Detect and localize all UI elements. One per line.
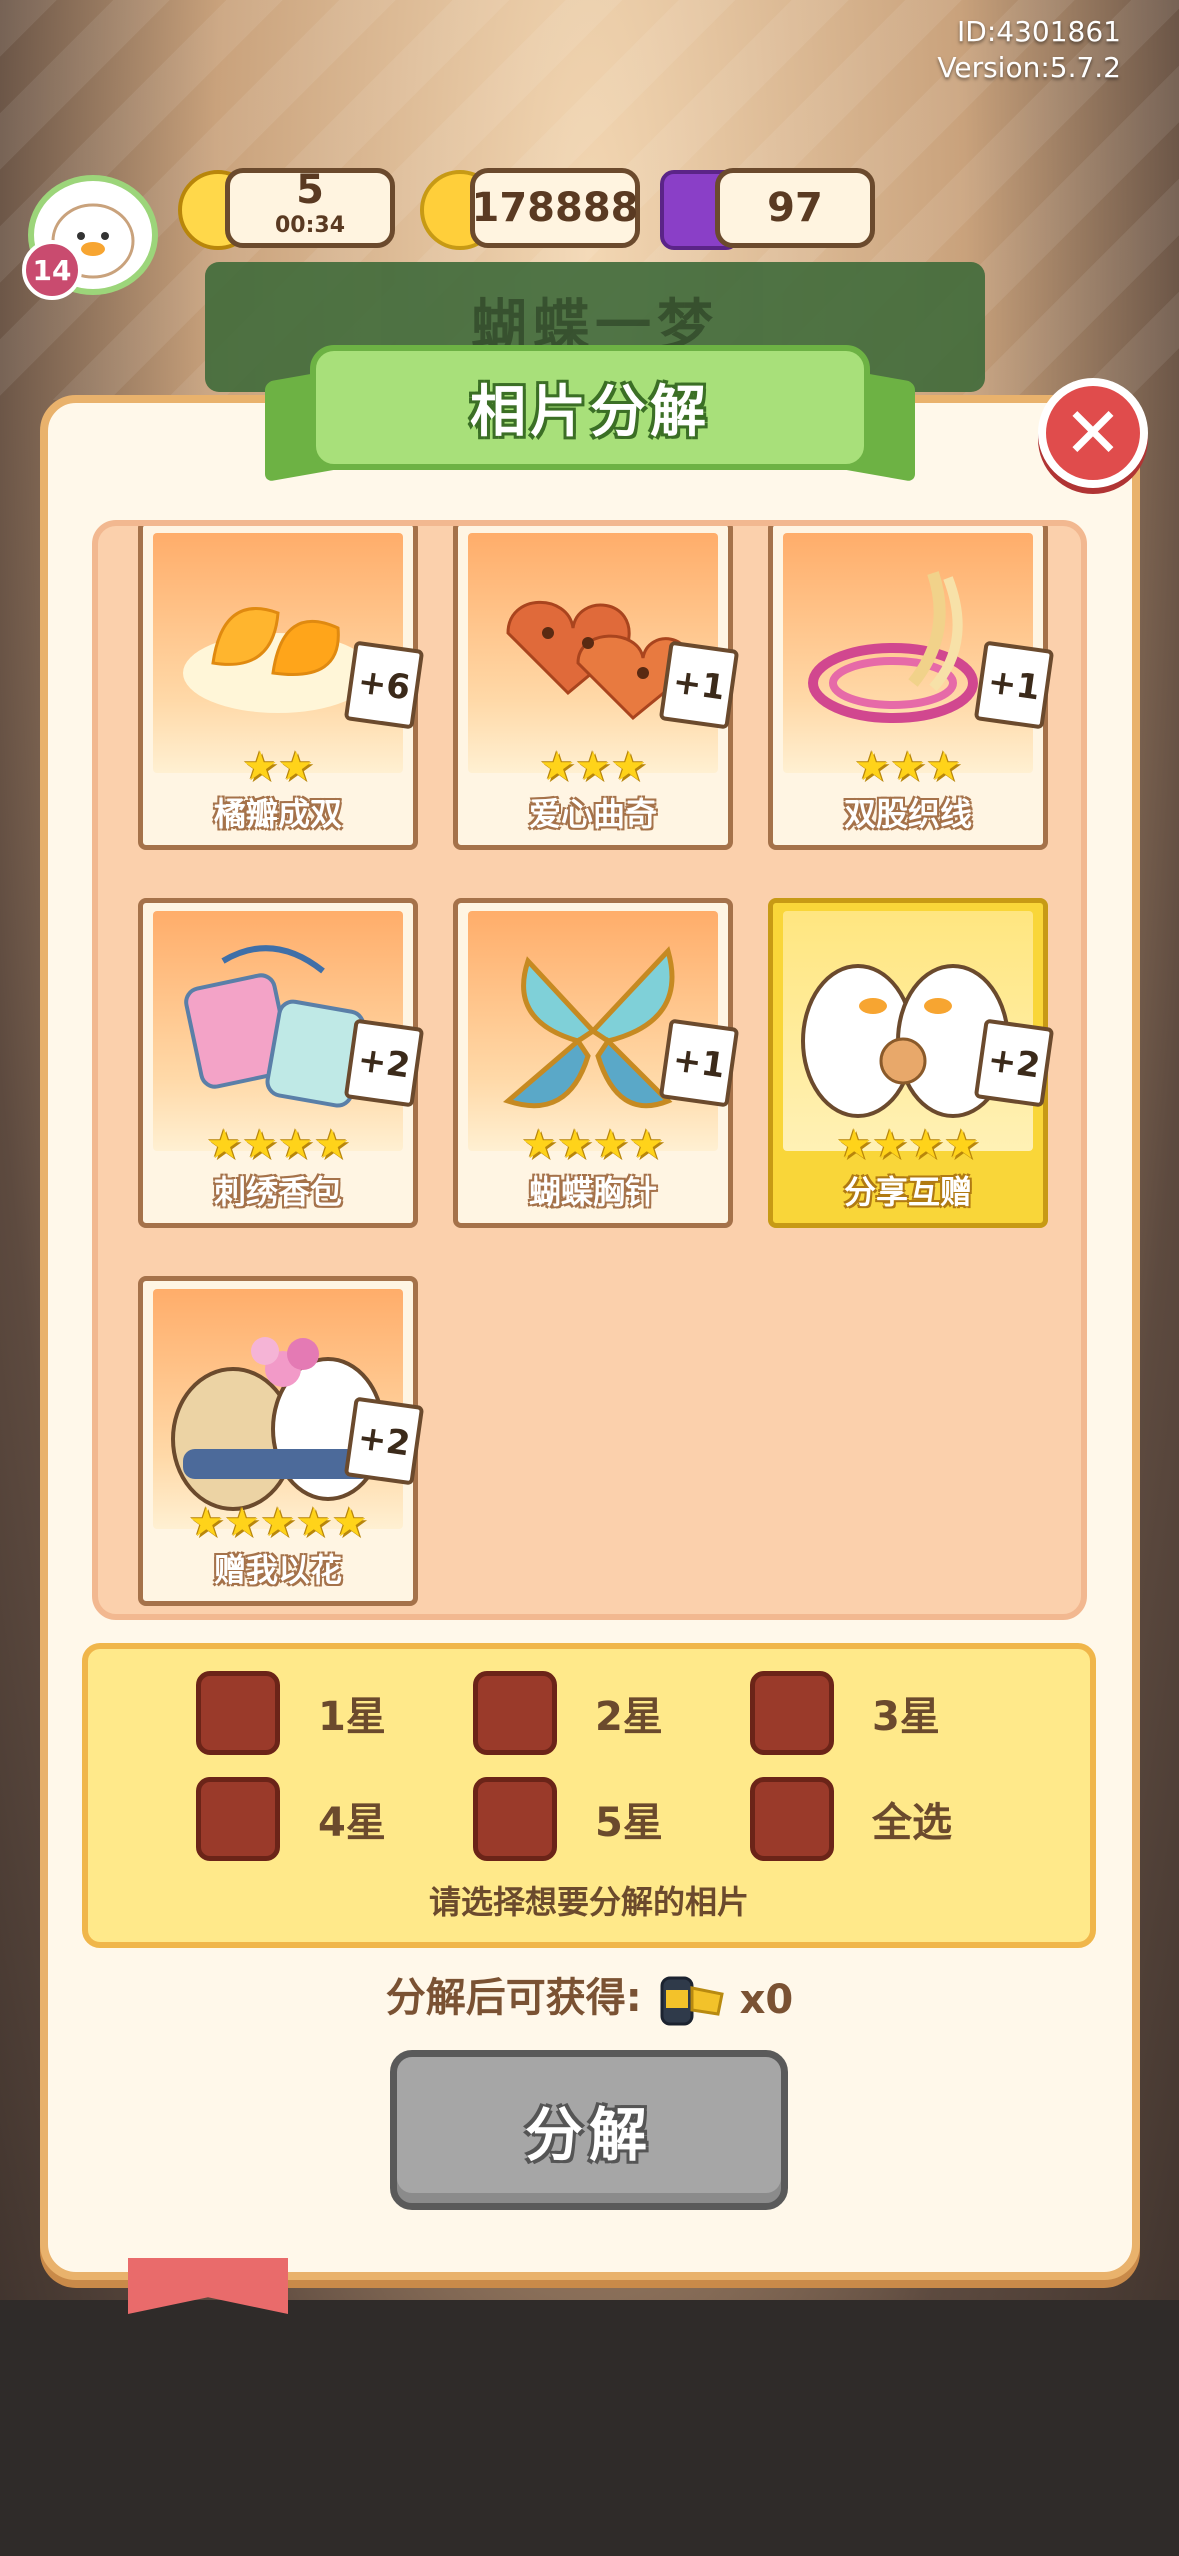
filter-5-star[interactable]: 5星	[473, 1777, 663, 1861]
select-hint: 请选择想要分解的相片	[428, 1883, 749, 1921]
option-label: 5星	[595, 1800, 663, 1846]
option-label: 3星	[872, 1694, 940, 1740]
star-icon: ★★★★	[521, 1122, 665, 1168]
star-icon: ★★★	[539, 744, 647, 790]
photo-name: 赠我以花	[213, 1551, 342, 1589]
count-tag: +1	[658, 640, 740, 730]
close-icon: ✕	[1063, 392, 1123, 474]
checkbox[interactable]	[196, 1671, 280, 1755]
reward-count: x0	[739, 1977, 794, 2023]
star-rating: ★★★★	[458, 1125, 728, 1165]
dialog-title-box: 相片分解	[310, 345, 870, 470]
count-tag: +1	[658, 1018, 740, 1108]
gem-value: 97	[767, 185, 823, 231]
star-icon: ★★	[242, 744, 314, 790]
photo-name: 爱心曲奇	[528, 795, 657, 833]
coin-value: 178888	[471, 185, 639, 231]
photo-name: 橘瓣成双	[213, 795, 342, 833]
star-rating: ★★	[143, 747, 413, 787]
build-info: ID:4301861 Version:5.7.2	[937, 14, 1121, 86]
photo-grid[interactable]: +6 ★★ 橘瓣成双 +1 ★★★ 爱心曲奇 +1 ★★★ 双股织线 +2 ★★…	[92, 520, 1087, 1620]
count-tag: +2	[343, 1396, 425, 1486]
count-tag: +2	[343, 1018, 425, 1108]
filter-4-star[interactable]: 4星	[196, 1777, 386, 1861]
filter-select-all[interactable]: 全选	[750, 1777, 952, 1861]
star-filter-panel: 1星 2星 3星 4星 5星 全选 请选择想要分解的相片	[82, 1643, 1096, 1948]
star-rating: ★★★★	[773, 1125, 1043, 1165]
star-rating: ★★★	[458, 747, 728, 787]
energy-value: 5	[296, 167, 324, 213]
player-id: ID:4301861	[957, 15, 1121, 48]
star-icon: ★★★★	[206, 1122, 350, 1168]
filter-3-star[interactable]: 3星	[750, 1671, 940, 1755]
star-icon: ★★★★	[836, 1122, 980, 1168]
star-rating: ★★★	[773, 747, 1043, 787]
background-floor	[0, 2300, 1179, 2556]
reward-label: 分解后可获得:	[385, 1975, 642, 2021]
option-label: 4星	[318, 1800, 386, 1846]
photo-card[interactable]: +1 ★★★ 双股织线	[768, 526, 1055, 850]
option-label: 2星	[595, 1694, 663, 1740]
photo-card[interactable]: +1 ★★★ 爱心曲奇	[453, 526, 740, 850]
reward-row: 分解后可获得: x0	[0, 1965, 1179, 2030]
star-icon: ★★★	[854, 744, 962, 790]
decompose-button[interactable]: 分解	[390, 2050, 788, 2210]
level-badge: 14	[22, 240, 82, 300]
photo-name: 分享互赠	[843, 1173, 972, 1211]
coin-counter[interactable]: 178888	[470, 168, 640, 248]
gem-counter[interactable]: 97	[715, 168, 875, 248]
dialog-title: 相片分解	[470, 380, 710, 445]
energy-counter[interactable]: 5 00:34	[225, 168, 395, 248]
count-tag: +2	[973, 1018, 1055, 1108]
option-label: 1星	[318, 1694, 386, 1740]
checkbox[interactable]	[750, 1777, 834, 1861]
checkbox[interactable]	[473, 1777, 557, 1861]
checkbox[interactable]	[196, 1777, 280, 1861]
film-roll-icon	[660, 1976, 724, 2026]
photo-card[interactable]: +2 ★★★★★ 赠我以花	[138, 1276, 425, 1606]
decompose-button-label: 分解	[524, 2101, 653, 2169]
photo-name: 双股织线	[843, 795, 972, 833]
version-label: Version:5.7.2	[937, 51, 1121, 84]
star-rating: ★★★★★	[143, 1503, 413, 1543]
checkbox[interactable]	[750, 1671, 834, 1755]
photo-card[interactable]: +6 ★★ 橘瓣成双	[138, 526, 425, 850]
filter-1-star[interactable]: 1星	[196, 1671, 386, 1755]
photo-card[interactable]: +2 ★★★★ 刺绣香包	[138, 898, 425, 1228]
energy-timer: 00:34	[274, 213, 346, 238]
option-label: 全选	[872, 1800, 952, 1846]
count-tag: +1	[973, 640, 1055, 730]
photo-name: 蝴蝶胸针	[528, 1173, 657, 1211]
close-button[interactable]: ✕	[1038, 378, 1148, 488]
photo-name: 刺绣香包	[213, 1173, 342, 1211]
count-tag: +6	[343, 640, 425, 730]
photo-card[interactable]: +1 ★★★★ 蝴蝶胸针	[453, 898, 740, 1228]
checkbox[interactable]	[473, 1671, 557, 1755]
filter-2-star[interactable]: 2星	[473, 1671, 663, 1755]
star-rating: ★★★★	[143, 1125, 413, 1165]
photo-card-highlighted[interactable]: +2 ★★★★ 分享互赠	[768, 898, 1055, 1228]
star-icon: ★★★★★	[188, 1500, 368, 1546]
